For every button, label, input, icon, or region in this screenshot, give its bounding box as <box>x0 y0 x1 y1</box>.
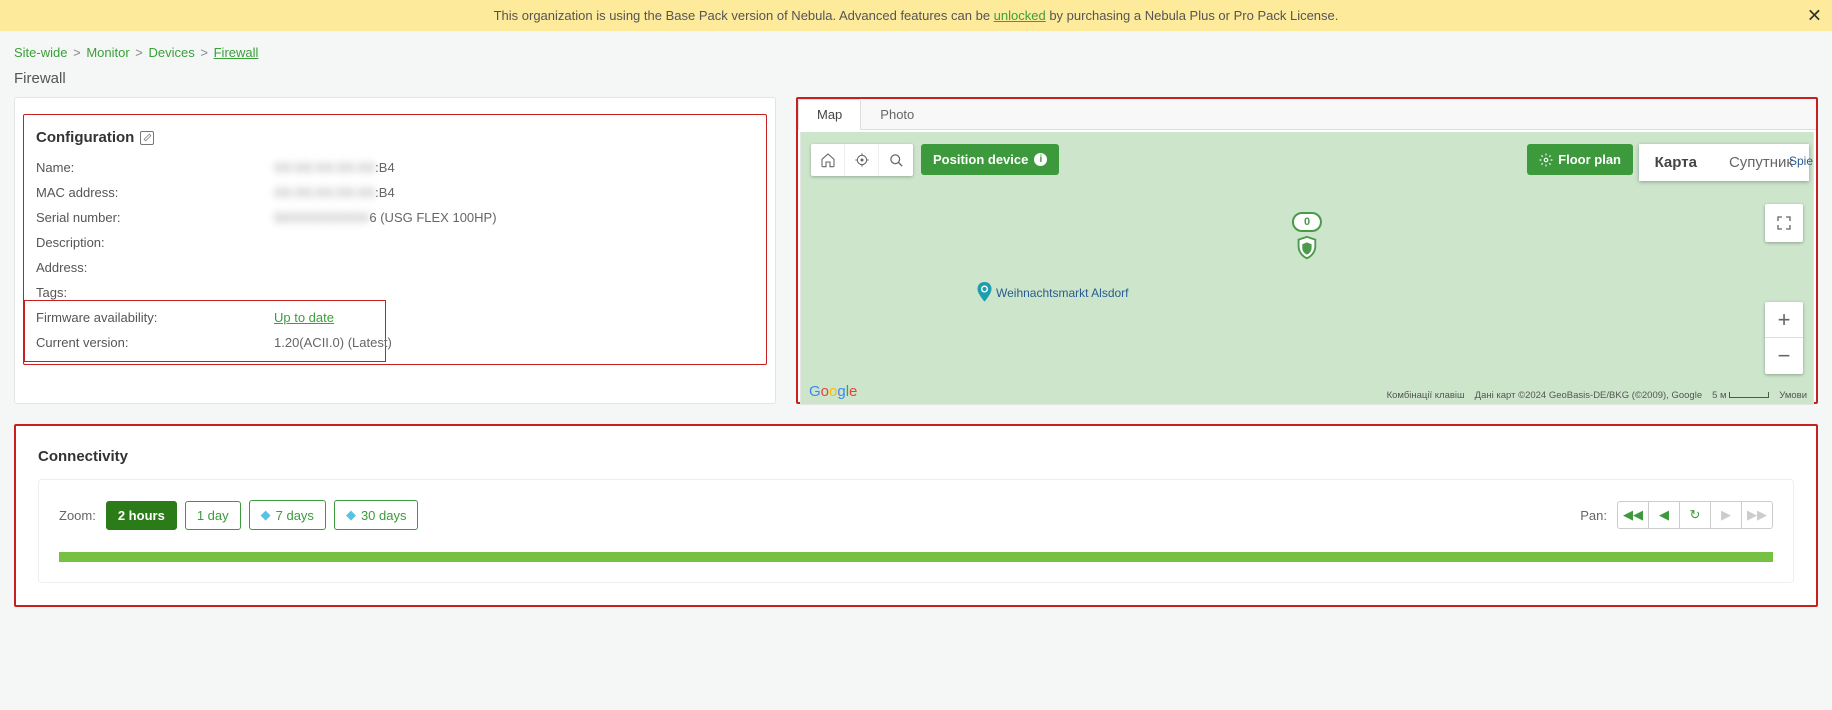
zoom-30days[interactable]: ◆30 days <box>334 500 419 530</box>
pan-label: Pan: <box>1580 508 1607 523</box>
diamond-icon: ◆ <box>346 507 356 523</box>
zoom-1day[interactable]: 1 day <box>185 501 241 530</box>
label-name: Name: <box>36 160 274 175</box>
zoom-label: Zoom: <box>59 508 96 523</box>
gear-icon <box>1539 153 1553 167</box>
zoom-in-button[interactable]: + <box>1765 302 1803 338</box>
position-device-button[interactable]: Position device i <box>921 144 1059 175</box>
locate-icon[interactable] <box>845 144 879 176</box>
label-version: Current version: <box>36 335 274 350</box>
value-mac: XX:XX:XX:XX:XX:B4 <box>274 185 395 200</box>
map-shortcuts[interactable]: Комбінації клавіш <box>1387 390 1465 401</box>
pan-fast-back-button[interactable]: ◀◀ <box>1617 501 1649 529</box>
pan-forward-button[interactable]: ▶ <box>1710 501 1742 529</box>
zoom-2hours[interactable]: 2 hours <box>106 501 177 530</box>
value-name: XX:XX:XX:XX:XX:B4 <box>274 160 395 175</box>
banner-link[interactable]: unlocked <box>994 8 1046 23</box>
pan-back-button[interactable]: ◀ <box>1648 501 1680 529</box>
label-fw-avail: Firmware availability: <box>36 310 274 325</box>
connectivity-panel: Connectivity Zoom: 2 hours 1 day ◆7 days… <box>14 424 1818 607</box>
value-version: 1.20(ACII.0) (Latest) <box>274 335 392 350</box>
shield-icon <box>1294 235 1320 261</box>
map-label-spie: Spie <box>1789 154 1813 168</box>
info-icon: i <box>1034 153 1047 166</box>
breadcrumb: Site-wide > Monitor > Devices > Firewall <box>0 31 1832 66</box>
banner-text-post: by purchasing a Nebula Plus or Pro Pack … <box>1046 8 1339 23</box>
zoom-out-button[interactable]: − <box>1765 338 1803 374</box>
label-mac: MAC address: <box>36 185 274 200</box>
map-type-karta[interactable]: Карта <box>1639 144 1713 181</box>
connectivity-bar <box>59 552 1773 562</box>
map-footer: Комбінації клавіш Дані карт ©2024 GeoBas… <box>1387 390 1807 401</box>
config-panel: Configuration Name: XX:XX:XX:XX:XX:B4 MA… <box>14 97 776 404</box>
fullscreen-icon[interactable] <box>1765 204 1803 242</box>
google-logo: Google <box>809 383 857 400</box>
zoom-7days[interactable]: ◆7 days <box>249 500 326 530</box>
breadcrumb-sitewide[interactable]: Site-wide <box>14 45 67 60</box>
diamond-icon: ◆ <box>261 507 271 523</box>
home-icon[interactable] <box>811 144 845 176</box>
config-title: Configuration <box>36 129 134 146</box>
poi-pin-icon <box>976 282 993 303</box>
floor-plan-button[interactable]: Floor plan <box>1527 144 1633 175</box>
map-scale: 5 м <box>1712 390 1769 401</box>
label-address: Address: <box>36 260 274 275</box>
page-title: Firewall <box>0 66 1832 97</box>
search-icon[interactable] <box>879 144 913 176</box>
pan-refresh-button[interactable]: ↻ <box>1679 501 1711 529</box>
label-tags: Tags: <box>36 285 274 300</box>
tab-map[interactable]: Map <box>798 99 861 130</box>
label-description: Description: <box>36 235 274 250</box>
connectivity-title: Connectivity <box>38 448 1794 465</box>
poi-label: Weihnachtsmarkt Alsdorf <box>996 286 1129 300</box>
promo-banner: This organization is using the Base Pack… <box>0 0 1832 31</box>
device-marker[interactable]: 0 <box>1292 212 1322 261</box>
map-poi[interactable]: Weihnachtsmarkt Alsdorf <box>976 282 1129 303</box>
firmware-link[interactable]: Up to date <box>274 310 334 325</box>
marker-badge: 0 <box>1292 212 1322 232</box>
close-icon[interactable]: ✕ <box>1807 5 1822 26</box>
breadcrumb-current: Firewall <box>214 45 259 60</box>
map-attribution: Дані карт ©2024 GeoBasis-DE/BKG (©2009),… <box>1475 390 1702 401</box>
map-panel: Map Photo Position device i Floor plan К… <box>796 97 1818 404</box>
pan-fast-forward-button[interactable]: ▶▶ <box>1741 501 1773 529</box>
edit-icon[interactable] <box>140 131 154 145</box>
map-canvas[interactable]: Position device i Floor plan Карта Супут… <box>800 132 1814 405</box>
value-serial: SXXXXXXXXXX6 (USG FLEX 100HP) <box>274 210 497 225</box>
banner-text-pre: This organization is using the Base Pack… <box>494 8 994 23</box>
breadcrumb-devices[interactable]: Devices <box>149 45 195 60</box>
tab-photo[interactable]: Photo <box>861 99 933 129</box>
breadcrumb-monitor[interactable]: Monitor <box>86 45 129 60</box>
label-serial: Serial number: <box>36 210 274 225</box>
map-terms[interactable]: Умови <box>1779 390 1807 401</box>
